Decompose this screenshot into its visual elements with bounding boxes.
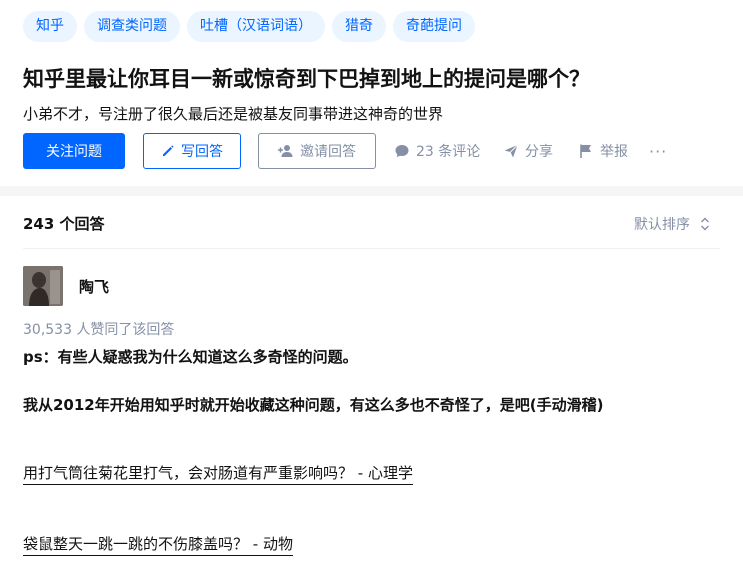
answers-card: 243 个回答 默认排序 陶飞 30,533 人赞同了该回答 ps：有些人疑惑我… <box>0 196 743 567</box>
add-user-icon <box>278 144 294 158</box>
comments-label: 23 条评论 <box>416 144 481 160</box>
pencil-icon <box>161 144 175 158</box>
share-button[interactable]: 分享 <box>503 133 553 169</box>
share-label: 分享 <box>525 144 553 160</box>
question-actions: 关注问题 写回答 邀请回答 23 条评论 分享 举报 ··· <box>23 133 723 169</box>
follow-question-button[interactable]: 关注问题 <box>23 133 125 169</box>
topic-tag[interactable]: 调查类问题 <box>84 11 180 42</box>
report-button[interactable]: 举报 <box>578 133 628 169</box>
author-name[interactable]: 陶飞 <box>79 276 109 297</box>
answer-text: 我从2012年开始用知乎时就开始收藏这种问题，有这么多也不奇怪了，是吧(手动滑稽… <box>23 396 604 414</box>
question-link[interactable]: 用打气筒往菊花里打气，会对肠道有严重影响吗？ - 心理学 <box>23 462 413 485</box>
comments-button[interactable]: 23 条评论 <box>394 133 480 169</box>
avatar[interactable] <box>23 266 63 306</box>
sort-dropdown[interactable]: 默认排序 <box>634 214 710 234</box>
topic-tag[interactable]: 奇葩提问 <box>393 11 475 42</box>
invite-answer-label: 邀请回答 <box>300 144 356 160</box>
more-options-icon: ··· <box>649 141 668 161</box>
answer-count: 243 个回答 <box>23 215 105 233</box>
sort-label: 默认排序 <box>634 217 690 233</box>
question-link[interactable]: 袋鼠整天一跳一跳的不伤膝盖吗？ - 动物 <box>23 533 293 556</box>
paper-plane-icon <box>503 143 519 159</box>
topic-tag[interactable]: 猎奇 <box>332 11 386 42</box>
topic-tag[interactable]: 吐槽（汉语词语） <box>187 11 325 42</box>
invite-answer-button[interactable]: 邀请回答 <box>258 133 376 169</box>
report-label: 举报 <box>600 144 628 160</box>
write-answer-label: 写回答 <box>181 144 223 160</box>
sort-toggle-icon <box>700 217 710 231</box>
topic-tag[interactable]: 知乎 <box>23 11 77 42</box>
question-card: 知乎 调查类问题 吐槽（汉语词语） 猎奇 奇葩提问 知乎里最让你耳目一新或惊奇到… <box>0 0 743 186</box>
vote-count: 30,533 人赞同了该回答 <box>23 322 175 338</box>
answer-text: ps：有些人疑惑我为什么知道这么多奇怪的问题。 <box>23 348 358 366</box>
more-options-button[interactable]: ··· <box>649 133 667 169</box>
answers-header: 243 个回答 默认排序 <box>23 196 720 249</box>
question-title: 知乎里最让你耳目一新或惊奇到下巴掉到地上的提问是哪个？ <box>23 67 590 91</box>
write-answer-button[interactable]: 写回答 <box>143 133 241 169</box>
comment-icon <box>394 143 410 159</box>
flag-icon <box>578 143 594 159</box>
follow-question-label: 关注问题 <box>46 144 102 160</box>
topic-tags: 知乎 调查类问题 吐槽（汉语词语） 猎奇 奇葩提问 <box>23 11 475 42</box>
question-description: 小弟不才，号注册了很久最后还是被基友同事带进这神奇的世界 <box>23 105 444 123</box>
